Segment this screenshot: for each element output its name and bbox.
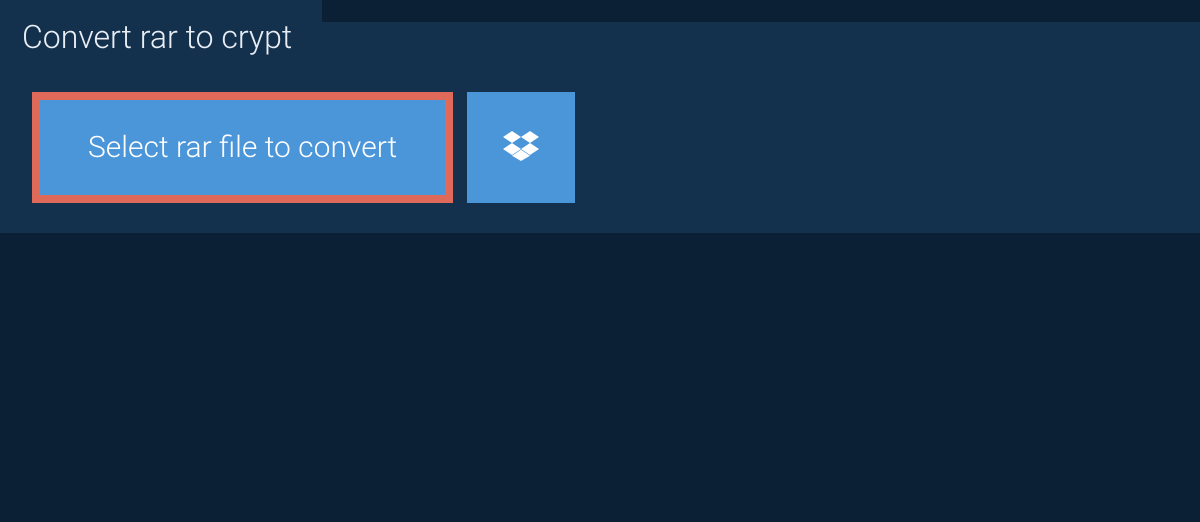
tab-title-text: Convert rar to crypt bbox=[22, 18, 292, 56]
dropbox-icon bbox=[503, 128, 539, 168]
select-file-label: Select rar file to convert bbox=[88, 130, 397, 165]
converter-panel: Convert rar to crypt Select rar file to … bbox=[0, 22, 1200, 233]
dropbox-button[interactable] bbox=[467, 92, 575, 203]
select-file-button[interactable]: Select rar file to convert bbox=[32, 92, 453, 203]
tab-title: Convert rar to crypt bbox=[0, 0, 322, 74]
button-row: Select rar file to convert bbox=[0, 74, 1200, 203]
